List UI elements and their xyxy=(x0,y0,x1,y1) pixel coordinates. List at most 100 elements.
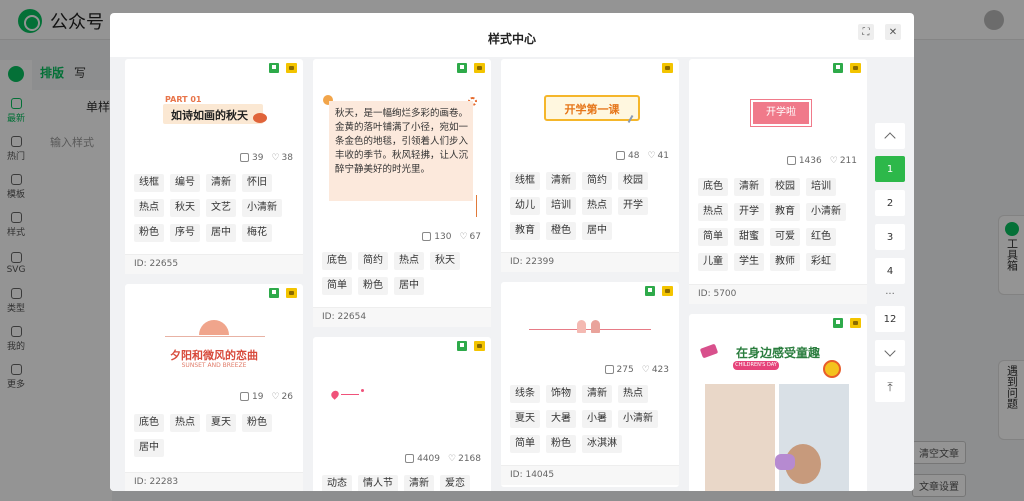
style-tag[interactable]: 橙色 xyxy=(546,222,576,240)
style-tag[interactable]: 简约 xyxy=(358,252,388,270)
style-tag[interactable]: 梅花 xyxy=(242,224,272,242)
style-tag[interactable]: 大暑 xyxy=(546,410,576,428)
style-tag[interactable]: 小清新 xyxy=(618,410,658,428)
style-card[interactable]: 开学第一课 48 ♡ 41 线框 清新 简约 校园 幼儿 培训 热点 开学 教育 橙色 居中 ID: 2… xyxy=(501,59,679,272)
page-button[interactable]: 1 xyxy=(875,156,905,182)
style-tag[interactable]: 序号 xyxy=(170,224,200,242)
style-tag[interactable]: 底色 xyxy=(698,178,728,196)
style-tag[interactable]: 夏天 xyxy=(206,414,236,432)
style-tag[interactable]: 小清新 xyxy=(242,199,282,217)
style-tag[interactable]: 简约 xyxy=(582,172,612,190)
back-to-top-button[interactable]: ⤒ xyxy=(875,372,905,402)
style-tag[interactable]: 开学 xyxy=(618,197,648,215)
page-button[interactable]: 12 xyxy=(875,306,905,332)
style-tag[interactable]: 简单 xyxy=(698,228,728,246)
style-tag[interactable]: 培训 xyxy=(806,178,836,196)
style-card[interactable]: 夕阳和微风的恋曲 SUNSET AND BREEZE 19 ♡ 26 底色 热点 夏天粉… xyxy=(125,284,303,491)
style-tag[interactable]: 秋天 xyxy=(170,199,200,217)
style-tag[interactable]: 底色 xyxy=(134,414,164,432)
style-tag[interactable]: 秋天 xyxy=(430,252,460,270)
style-tag[interactable]: 线框 xyxy=(510,172,540,190)
style-tag[interactable]: 爱恋 xyxy=(440,475,470,491)
style-tag[interactable]: 幼儿 xyxy=(510,197,540,215)
heart-icon: ♡ xyxy=(641,365,650,375)
style-tag[interactable]: 小清新 xyxy=(806,203,846,221)
page-button[interactable]: 3 xyxy=(875,224,905,250)
style-tag[interactable]: 底色 xyxy=(322,252,352,270)
like-count: 211 xyxy=(839,156,857,166)
style-tag[interactable]: 粉色 xyxy=(242,414,272,432)
page-up-button[interactable] xyxy=(875,123,905,149)
style-tag[interactable]: 学生 xyxy=(734,253,764,271)
style-heading: 开学啦 xyxy=(753,102,809,124)
style-tag[interactable]: 培训 xyxy=(546,197,576,215)
style-tag[interactable]: 热点 xyxy=(394,252,424,270)
style-tag[interactable]: 教育 xyxy=(770,203,800,221)
collect-icon[interactable] xyxy=(457,63,467,73)
vip-crown-icon xyxy=(474,63,485,73)
page-button[interactable]: 2 xyxy=(875,190,905,216)
close-icon[interactable]: ✕ xyxy=(885,24,901,40)
card-stats: 130 ♡ 67 xyxy=(422,232,481,242)
style-tag[interactable]: 线条 xyxy=(510,385,540,403)
style-tag[interactable]: 简单 xyxy=(322,277,352,295)
style-card[interactable]: 开学啦 1436 ♡ 211 底色 清新 校园 培训热点 开学 教育 小清新简单 甜蜜 可爱 红色儿童… xyxy=(689,59,867,304)
style-tag[interactable]: 甜蜜 xyxy=(734,228,764,246)
style-tag[interactable]: 彩虹 xyxy=(806,253,836,271)
collect-icon[interactable] xyxy=(457,341,467,351)
style-tag[interactable]: 粉色 xyxy=(358,277,388,295)
style-tag[interactable]: 清新 xyxy=(734,178,764,196)
style-tag[interactable]: 清新 xyxy=(404,475,434,491)
style-tag[interactable]: 校园 xyxy=(618,172,648,190)
collect-icon[interactable] xyxy=(269,63,279,73)
page-down-button[interactable] xyxy=(875,340,905,366)
collect-icon[interactable] xyxy=(833,318,843,328)
style-card[interactable]: 在身边感受童趣 CHILDREN'S DAY xyxy=(689,314,867,491)
style-card[interactable]: PART 01 如诗如画的秋天 39 ♡ 38 线框 编号 清新 怀旧 热点 秋天 文艺 小清新粉… xyxy=(125,59,303,274)
style-tag[interactable]: 夏天 xyxy=(510,410,540,428)
style-tag[interactable]: 热点 xyxy=(582,197,612,215)
style-subheading: SUNSET AND BREEZE xyxy=(181,362,247,369)
style-card[interactable]: 秋天，是一幅绚烂多彩的画卷。金黄的落叶铺满了小径，宛如一条金色的地毯，引领着人们… xyxy=(313,59,491,327)
style-tag[interactable]: 热点 xyxy=(698,203,728,221)
style-tag[interactable]: 清新 xyxy=(206,174,236,192)
style-tag[interactable]: 冰淇淋 xyxy=(582,435,622,453)
style-tag[interactable]: 居中 xyxy=(134,439,164,457)
style-tag[interactable]: 线框 xyxy=(134,174,164,192)
style-tag[interactable]: 清新 xyxy=(546,172,576,190)
collect-icon[interactable] xyxy=(645,286,655,296)
style-preview: 夕阳和微风的恋曲 SUNSET AND BREEZE xyxy=(125,306,303,386)
style-tag[interactable]: 热点 xyxy=(134,199,164,217)
style-tag[interactable]: 红色 xyxy=(806,228,836,246)
style-tag[interactable]: 粉色 xyxy=(546,435,576,453)
style-tag[interactable]: 热点 xyxy=(618,385,648,403)
style-tag[interactable]: 编号 xyxy=(170,174,200,192)
style-tag[interactable]: 开学 xyxy=(734,203,764,221)
style-card[interactable]: 4409 ♡ 2168 动态 情人节 清新 爱恋 xyxy=(313,337,491,491)
style-tag[interactable]: 居中 xyxy=(394,277,424,295)
page-button[interactable]: 4 xyxy=(875,258,905,284)
icecream-icon xyxy=(577,320,586,333)
style-tag[interactable]: 教师 xyxy=(770,253,800,271)
style-tag[interactable]: 居中 xyxy=(206,224,236,242)
style-tag[interactable]: 小暑 xyxy=(582,410,612,428)
style-card[interactable]: 275 ♡ 423 线条 饰物 清新 热点 夏天 大暑 小暑 小清新 简单 粉色 冰淇淋 ID: 140… xyxy=(501,282,679,487)
style-tag[interactable]: 情人节 xyxy=(358,475,398,491)
style-tag[interactable]: 饰物 xyxy=(546,385,576,403)
style-tag[interactable]: 清新 xyxy=(582,385,612,403)
style-tag[interactable]: 动态 xyxy=(322,475,352,491)
style-tag[interactable]: 粉色 xyxy=(134,224,164,242)
card-stats: 1436 ♡ 211 xyxy=(786,156,857,166)
style-tag[interactable]: 居中 xyxy=(582,222,612,240)
style-tag[interactable]: 校园 xyxy=(770,178,800,196)
style-tag[interactable]: 儿童 xyxy=(698,253,728,271)
style-tag[interactable]: 怀旧 xyxy=(242,174,272,192)
collect-icon[interactable] xyxy=(269,288,279,298)
style-tag[interactable]: 教育 xyxy=(510,222,540,240)
style-tag[interactable]: 文艺 xyxy=(206,199,236,217)
style-tag[interactable]: 热点 xyxy=(170,414,200,432)
fullscreen-icon[interactable]: ⛶ xyxy=(858,24,874,40)
style-tag[interactable]: 可爱 xyxy=(770,228,800,246)
style-tag[interactable]: 简单 xyxy=(510,435,540,453)
collect-icon[interactable] xyxy=(833,63,843,73)
